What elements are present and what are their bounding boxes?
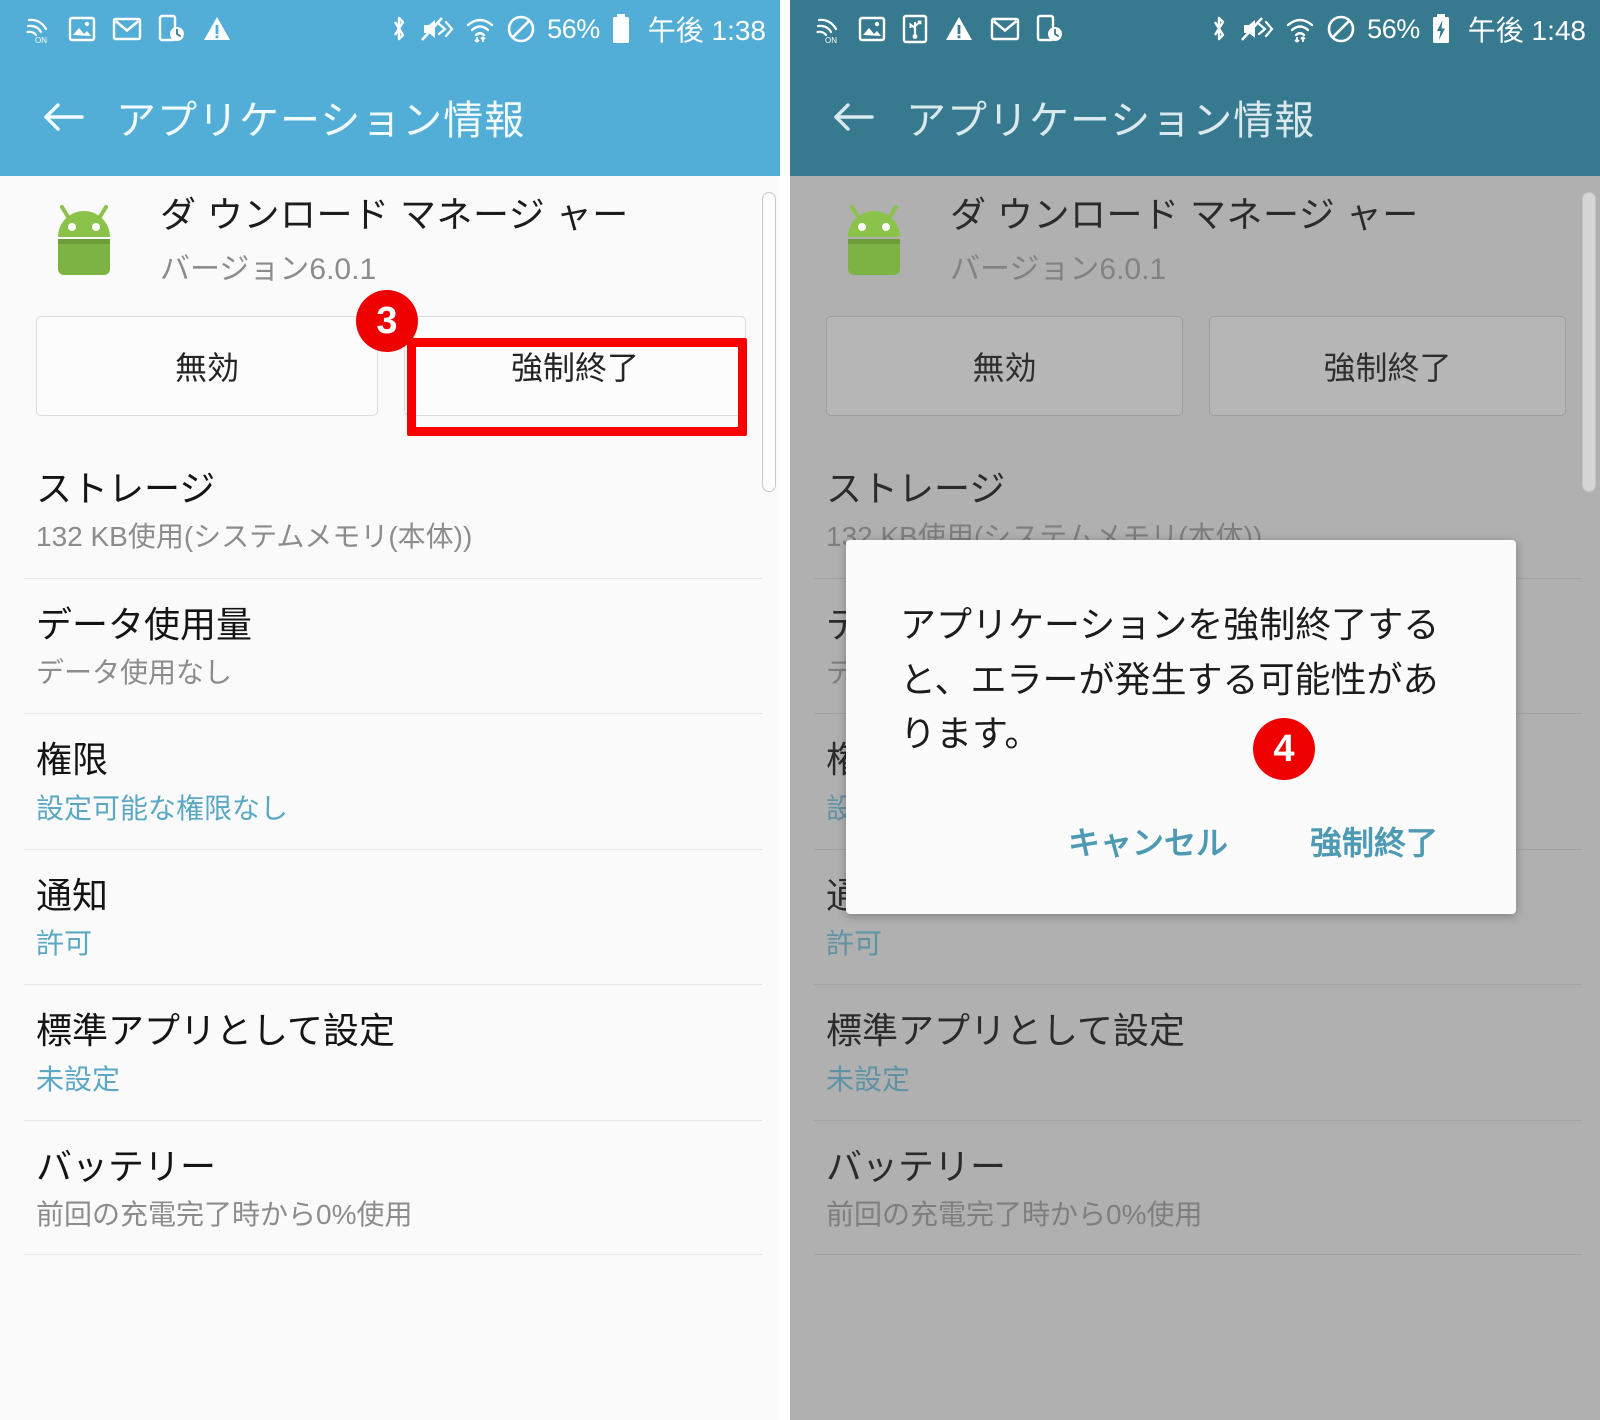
panel-divider xyxy=(780,0,790,1420)
warning-icon xyxy=(202,15,232,43)
phone-screen-right: ON 56% 午後 1:48 アプリケーション情報 ダ ウンロード マネージ ャ… xyxy=(790,0,1600,1420)
force-stop-dialog: アプリケーションを強制終了すると、エラーが発生する可能性があります。 キャンセル… xyxy=(846,540,1516,915)
list-item-storage[interactable]: ストレージ 132 KB使用(システムメモリ(本体)) xyxy=(0,442,780,578)
app-version: バージョン6.0.1 xyxy=(160,252,377,286)
clock-device-icon xyxy=(1036,14,1064,44)
battery-percent-label: 56% xyxy=(1367,13,1420,44)
list-item-subtitle: データ使用なし xyxy=(36,656,233,688)
mute-icon xyxy=(420,14,454,44)
clock-device-icon xyxy=(158,14,186,44)
list-item-set-as-default[interactable]: 標準アプリとして設定 未設定 xyxy=(0,984,780,1120)
dialog-message: アプリケーションを強制終了すると、エラーが発生する可能性があります。 xyxy=(900,604,1440,755)
call-on-icon: ON xyxy=(26,14,52,44)
list-item-title: 権限 xyxy=(36,739,109,781)
battery-icon xyxy=(611,13,631,45)
status-icons-left: ON xyxy=(26,14,232,44)
disable-button[interactable]: 無効 xyxy=(36,316,378,416)
bluetooth-icon xyxy=(1209,14,1229,44)
battery-percent-label: 56% xyxy=(547,13,600,44)
back-arrow-icon[interactable] xyxy=(826,90,880,144)
do-not-disturb-icon xyxy=(1326,14,1356,44)
wifi-icon xyxy=(1285,14,1315,44)
gmail-icon xyxy=(112,16,142,42)
dialog-actions: キャンセル 強制終了 xyxy=(846,772,1516,914)
clock-label: 午後 1:48 xyxy=(1467,15,1586,46)
list-item-data-usage[interactable]: データ使用量 データ使用なし xyxy=(0,577,780,714)
mute-icon xyxy=(1240,14,1274,44)
list-item-title: データ使用量 xyxy=(36,603,253,645)
status-icons-right: 56% 午後 1:48 xyxy=(1209,9,1586,49)
list-item-title: ストレージ xyxy=(36,468,216,509)
list-item-subtitle: 設定可能な権限なし xyxy=(36,792,289,824)
back-arrow-icon[interactable] xyxy=(36,90,90,144)
phone-screen-left: ON 56% 午後 1:38 アプリケーション情報 ダ ウンロード マネージ ャ… xyxy=(0,0,780,1420)
list-item-permissions[interactable]: 権限 設定可能な権限なし xyxy=(0,713,780,849)
svg-text:ON: ON xyxy=(35,36,47,44)
app-detail-list-left: ストレージ 132 KB使用(システムメモリ(本体)) データ使用量 データ使用… xyxy=(0,442,780,1256)
status-bar-right: ON 56% 午後 1:48 xyxy=(790,0,1600,58)
app-header-left: ダ ウンロード マネージ ャー バージョン6.0.1 xyxy=(0,176,780,294)
app-bar-right: アプリケーション情報 xyxy=(790,58,1600,176)
call-on-icon: ON xyxy=(816,14,842,44)
step-badge-4: 4 xyxy=(1253,718,1315,780)
step-badge-3: 3 xyxy=(356,290,418,352)
scrollbar-thumb[interactable] xyxy=(762,192,776,492)
wifi-icon xyxy=(465,14,495,44)
clock-label: 午後 1:38 xyxy=(647,15,766,46)
battery-charging-icon xyxy=(1431,13,1451,45)
list-item-subtitle: 前回の充電完了時から0%使用 xyxy=(36,1199,413,1231)
list-item-title: 標準アプリとして設定 xyxy=(36,1010,395,1052)
app-meta-left: ダ ウンロード マネージ ャー バージョン6.0.1 xyxy=(160,194,629,287)
bluetooth-icon xyxy=(389,14,409,44)
app-bar-left: アプリケーション情報 xyxy=(0,58,780,176)
list-item-title: 通知 xyxy=(36,874,109,916)
warning-icon xyxy=(944,15,974,43)
gmail-icon xyxy=(990,16,1020,42)
status-icons-left: ON xyxy=(816,14,1064,44)
app-info-content-right: ダ ウンロード マネージ ャー バージョン6.0.1 無効 強制終了 ストレージ… xyxy=(790,176,1600,1420)
list-item-subtitle: 許可 xyxy=(36,928,93,960)
app-name: ダ ウンロード マネージ ャー xyxy=(160,194,629,236)
svg-text:ON: ON xyxy=(825,36,837,44)
screenshot-pair: ON 56% 午後 1:38 アプリケーション情報 ダ ウンロード マネージ ャ… xyxy=(0,0,1600,1420)
dialog-cancel-button[interactable]: キャンセル xyxy=(1038,802,1258,880)
page-title: アプリケーション情報 xyxy=(906,99,1316,143)
list-item-subtitle: 未設定 xyxy=(36,1063,121,1095)
usb-icon xyxy=(902,14,928,44)
list-item-title: バッテリー xyxy=(36,1145,217,1187)
list-item-subtitle: 132 KB使用(システムメモリ(本体)) xyxy=(36,521,473,553)
dialog-force-stop-button[interactable]: 強制終了 xyxy=(1280,802,1468,880)
list-item-battery[interactable]: バッテリー 前回の充電完了時から0%使用 xyxy=(0,1119,780,1256)
app-info-content-left: ダ ウンロード マネージ ャー バージョン6.0.1 無効 強制終了 ストレージ… xyxy=(0,176,780,1420)
image-icon xyxy=(858,15,886,43)
list-item-notifications[interactable]: 通知 許可 xyxy=(0,848,780,985)
force-stop-button[interactable]: 強制終了 xyxy=(404,316,746,416)
image-icon xyxy=(68,15,96,43)
status-bar-left: ON 56% 午後 1:38 xyxy=(0,0,780,58)
status-icons-right: 56% 午後 1:38 xyxy=(389,9,766,49)
do-not-disturb-icon xyxy=(506,14,536,44)
android-app-icon xyxy=(36,193,132,289)
page-title: アプリケーション情報 xyxy=(116,99,526,143)
